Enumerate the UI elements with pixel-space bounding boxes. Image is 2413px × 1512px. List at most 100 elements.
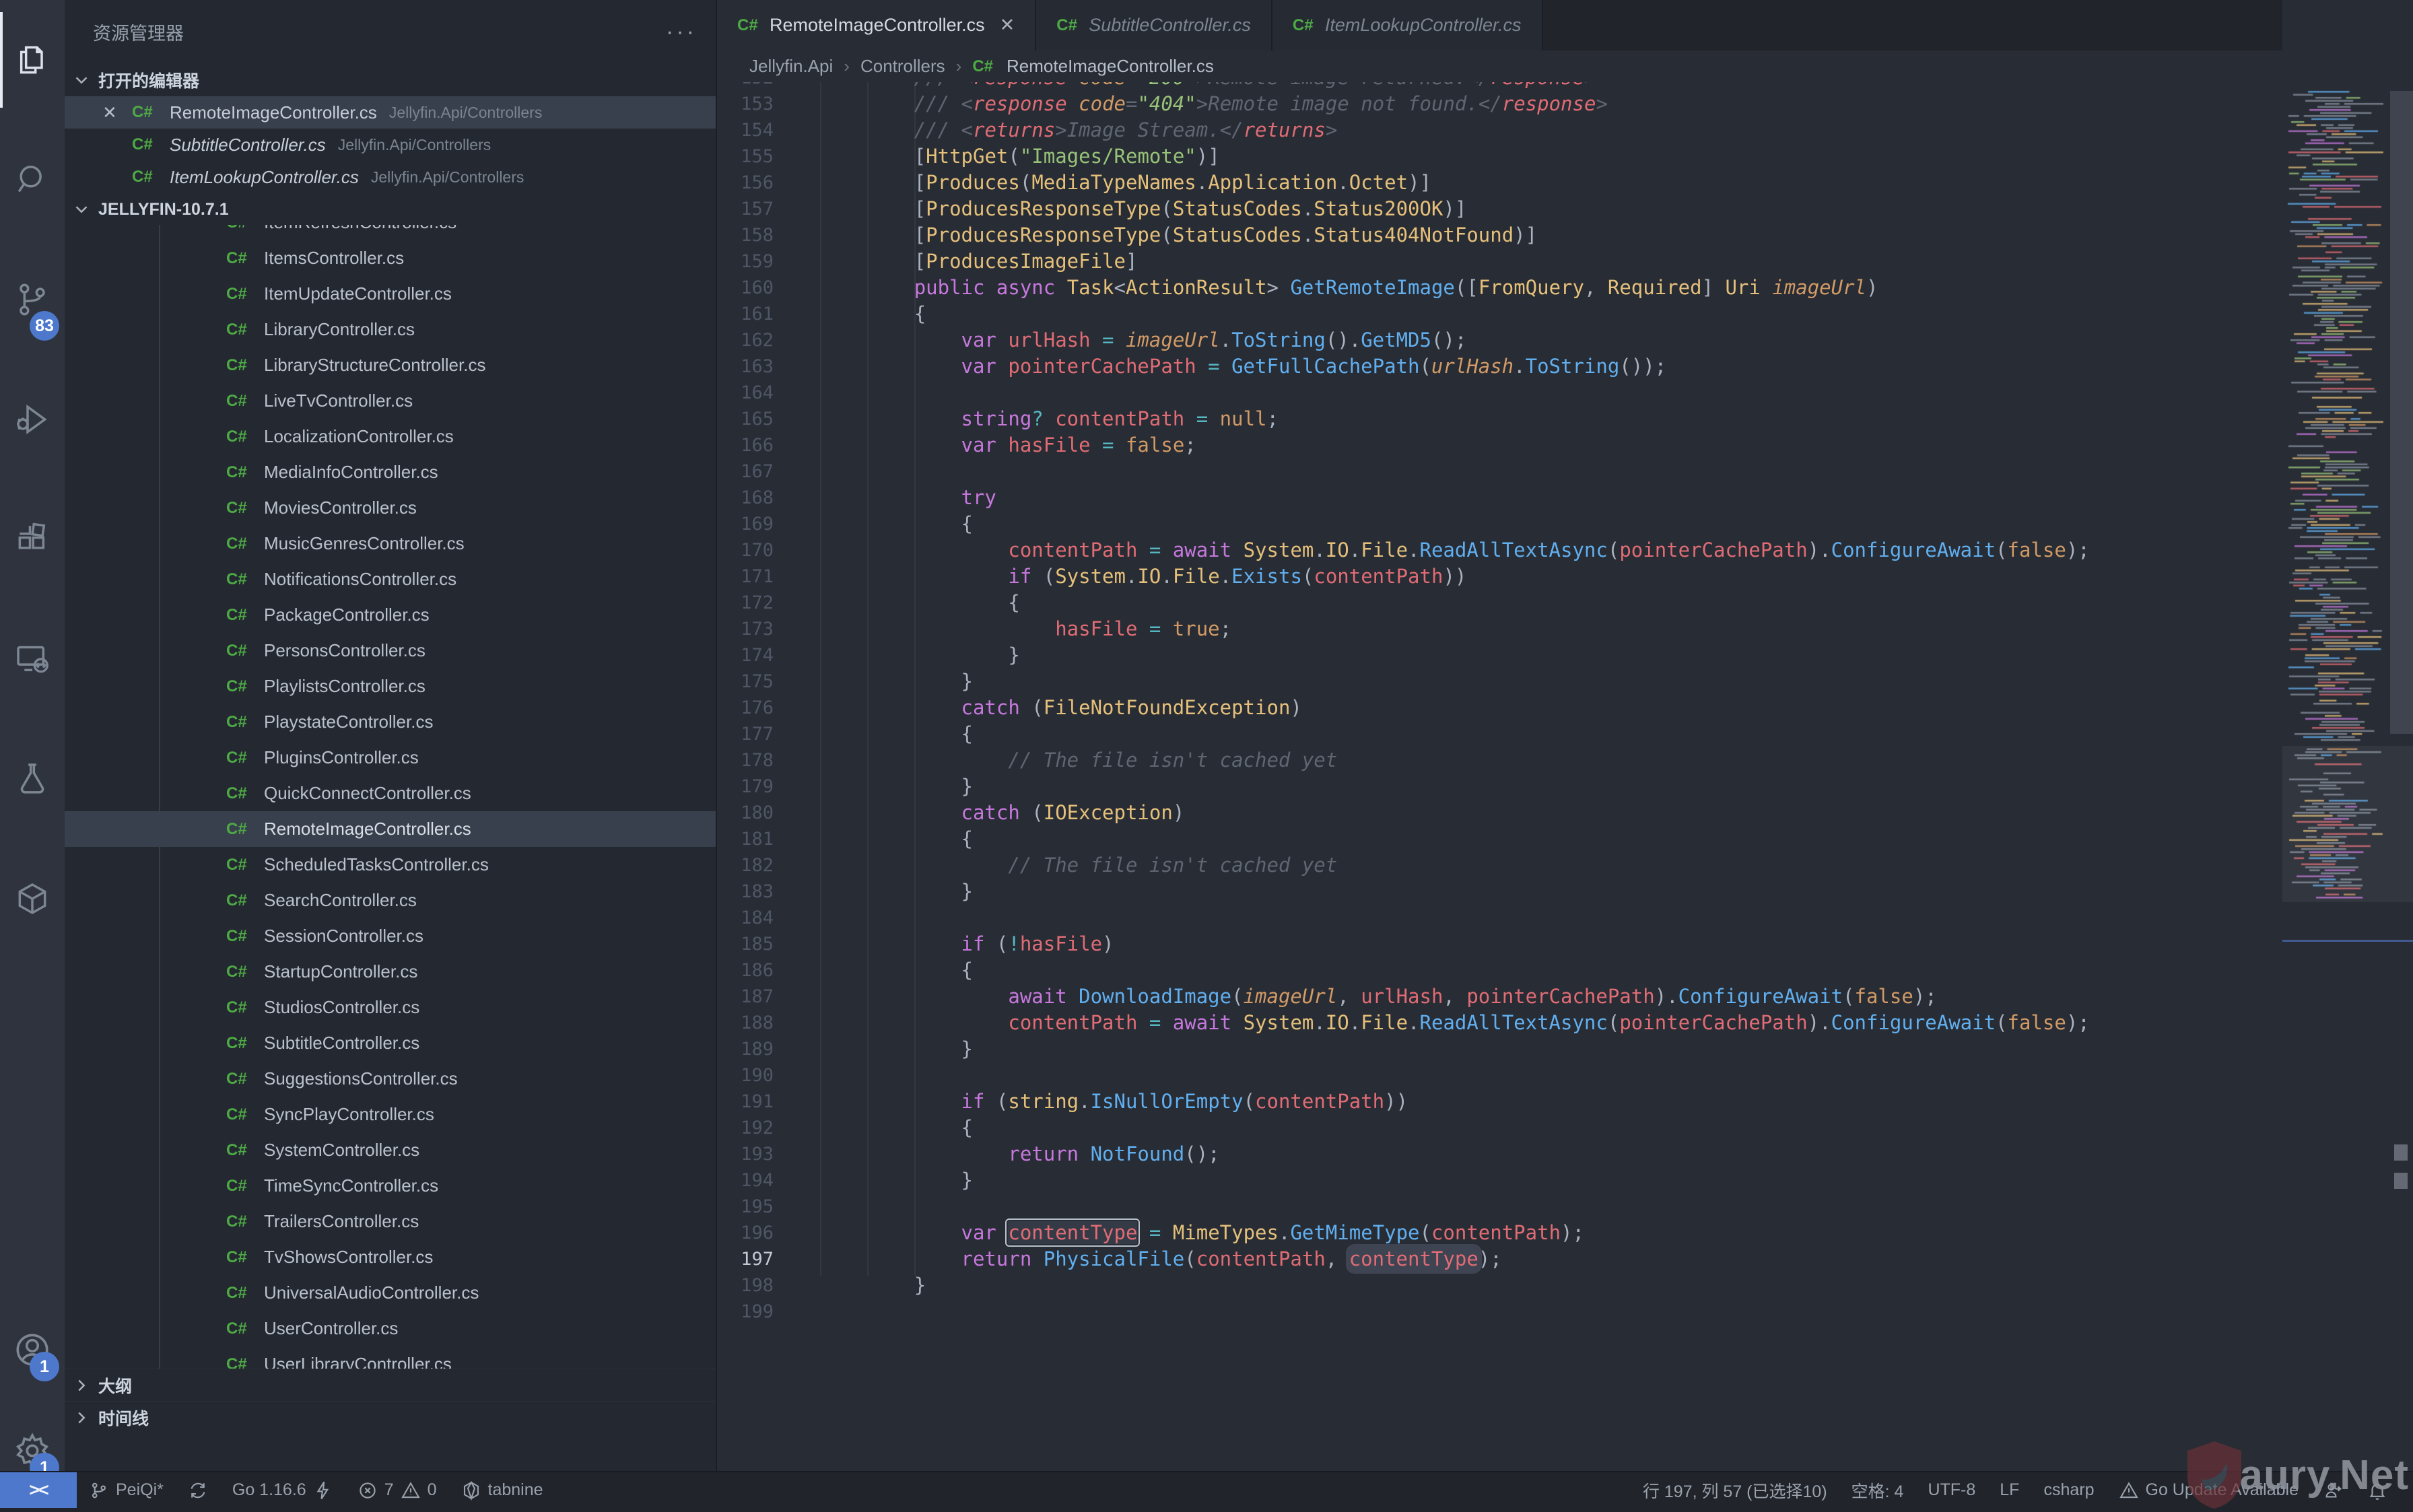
- tree-item[interactable]: C#LibraryController.cs: [65, 312, 716, 347]
- tree-item[interactable]: C#ItemsController.cs: [65, 240, 716, 276]
- code-text: [784, 458, 820, 485]
- status-item-indentation[interactable]: 空格: 4: [1839, 1472, 1916, 1508]
- code-line: 173 hasFile = true;: [717, 616, 2282, 642]
- close-icon[interactable]: ✕: [1000, 15, 1015, 36]
- tree-item[interactable]: C#StartupController.cs: [65, 954, 716, 990]
- section-label: 大纲: [98, 1373, 132, 1398]
- activity-item-package[interactable]: [0, 839, 65, 959]
- chevron-right-icon: [71, 1408, 92, 1428]
- status-item-tabnine[interactable]: tabnine: [449, 1472, 555, 1508]
- code-text: }: [784, 774, 973, 800]
- open-editor-item[interactable]: C#SubtitleController.csJellyfin.Api/Cont…: [65, 129, 716, 161]
- code-line: 179 }: [717, 774, 2282, 800]
- close-icon[interactable]: ✕: [102, 102, 132, 123]
- editor-tab[interactable]: C#SubtitleController.cs: [1036, 0, 1272, 50]
- tree-item[interactable]: C#PlaylistsController.cs: [65, 668, 716, 704]
- tree-item[interactable]: C#SessionController.cs: [65, 918, 716, 954]
- file-name: SyncPlayController.cs: [264, 1104, 434, 1125]
- tree-item[interactable]: C#PlaystateController.cs: [65, 704, 716, 740]
- csharp-file-icon: C#: [226, 606, 264, 625]
- tree-item[interactable]: C#SyncPlayController.cs: [65, 1097, 716, 1132]
- editor-tab[interactable]: C#ItemLookupController.cs: [1272, 0, 1543, 50]
- file-name: StudiosController.cs: [264, 997, 419, 1018]
- tree-item[interactable]: C#ScheduledTasksController.cs: [65, 847, 716, 883]
- tree-item[interactable]: C#LiveTvController.cs: [65, 383, 716, 419]
- overview-ruler-marker: [2282, 940, 2413, 942]
- tree-item[interactable]: C#RemoteImageController.cs: [65, 811, 716, 847]
- open-editors-section[interactable]: 打开的编辑器: [65, 64, 716, 96]
- tree-item[interactable]: C#SuggestionsController.cs: [65, 1061, 716, 1097]
- status-item-cursor-position[interactable]: 行 197, 列 57 (已选择10): [1631, 1472, 1839, 1508]
- breadcrumb[interactable]: Jellyfin.Api›Controllers›C#RemoteImageCo…: [717, 50, 2413, 82]
- csharp-file-icon: C#: [226, 225, 264, 232]
- breadcrumb-item[interactable]: Jellyfin.Api: [749, 56, 833, 77]
- breadcrumb-item[interactable]: Controllers: [860, 56, 945, 77]
- tree-item[interactable]: C#UserLibraryController.cs: [65, 1346, 716, 1369]
- status-item-go-update[interactable]: Go Update Available: [2107, 1472, 2311, 1508]
- activity-item-run-debug[interactable]: [0, 359, 65, 479]
- tree-item[interactable]: C#LocalizationController.cs: [65, 419, 716, 454]
- minimap[interactable]: [2282, 0, 2413, 1471]
- sidebar-section-时间线[interactable]: 时间线: [65, 1401, 716, 1433]
- code-line: 191 if (string.IsNullOrEmpty(contentPath…: [717, 1089, 2282, 1115]
- status-item-feedback[interactable]: [2311, 1472, 2355, 1508]
- tree-item[interactable]: C#StudiosController.cs: [65, 990, 716, 1025]
- open-editors-list: ✕C#RemoteImageController.csJellyfin.Api/…: [65, 96, 716, 193]
- status-item-problems[interactable]: 70: [345, 1472, 449, 1508]
- tree-item[interactable]: C#LibraryStructureController.cs: [65, 347, 716, 383]
- minimap-viewport[interactable]: [2282, 746, 2413, 902]
- status-item-sync[interactable]: [176, 1472, 220, 1508]
- tree-item[interactable]: C#TimeSyncController.cs: [65, 1168, 716, 1204]
- tree-item[interactable]: C#NotificationsController.cs: [65, 561, 716, 597]
- activity-item-search[interactable]: [0, 120, 65, 240]
- tree-item[interactable]: C#UserController.cs: [65, 1311, 716, 1346]
- open-editor-item[interactable]: C#ItemLookupController.csJellyfin.Api/Co…: [65, 161, 716, 193]
- status-item-git-branch[interactable]: PeiQi*: [77, 1472, 176, 1508]
- tree-item[interactable]: C#MoviesController.cs: [65, 490, 716, 526]
- activity-item-remote-explorer[interactable]: [0, 599, 65, 719]
- line-number: 178: [717, 747, 784, 774]
- remote-indicator[interactable]: ><: [0, 1472, 77, 1508]
- tree-item[interactable]: C#ItemUpdateController.cs: [65, 276, 716, 312]
- breadcrumb-item[interactable]: RemoteImageController.cs: [1007, 56, 1214, 77]
- tree-item[interactable]: C#ItemRefreshController.cs: [65, 225, 716, 240]
- file-name: PluginsController.cs: [264, 747, 419, 768]
- activity-item-files[interactable]: [0, 0, 65, 120]
- code-text: {: [784, 511, 973, 537]
- status-text: UTF-8: [1928, 1480, 1975, 1500]
- tree-item[interactable]: C#PluginsController.cs: [65, 740, 716, 776]
- tree-item[interactable]: C#QuickConnectController.cs: [65, 776, 716, 811]
- tree-item[interactable]: C#TvShowsController.cs: [65, 1239, 716, 1275]
- code-line: 153 /// <response code="404">Remote imag…: [717, 91, 2282, 117]
- explorer-more-actions-icon[interactable]: ···: [666, 19, 697, 45]
- status-item-notifications[interactable]: [2355, 1472, 2400, 1508]
- tree-item[interactable]: C#MediaInfoController.cs: [65, 454, 716, 490]
- editor-tab[interactable]: C#RemoteImageController.cs✕: [717, 0, 1036, 50]
- csharp-file-icon: C#: [226, 1070, 264, 1089]
- activity-item-source-control[interactable]: 83: [0, 240, 65, 359]
- activity-item-testing[interactable]: [0, 719, 65, 839]
- code-line: 190: [717, 1062, 2282, 1089]
- tree-item[interactable]: C#PersonsController.cs: [65, 633, 716, 668]
- open-editor-item[interactable]: ✕C#RemoteImageController.csJellyfin.Api/…: [65, 96, 716, 129]
- status-item-language-mode[interactable]: csharp: [2031, 1472, 2106, 1508]
- tree-item[interactable]: C#UniversalAudioController.cs: [65, 1275, 716, 1311]
- tree-item[interactable]: C#PackageController.cs: [65, 597, 716, 633]
- sidebar-section-大纲[interactable]: 大纲: [65, 1369, 716, 1401]
- code-line: 169 {: [717, 511, 2282, 537]
- tree-item[interactable]: C#SystemController.cs: [65, 1132, 716, 1168]
- tree-item[interactable]: C#MusicGenresController.cs: [65, 526, 716, 561]
- code-editor[interactable]: 152 /// <response code="200">Remote imag…: [717, 82, 2282, 1471]
- status-item-eol[interactable]: LF: [1987, 1472, 2031, 1508]
- tree-item[interactable]: C#SubtitleController.cs: [65, 1025, 716, 1061]
- open-editors-label: 打开的编辑器: [98, 68, 199, 92]
- status-item-encoding[interactable]: UTF-8: [1915, 1472, 1987, 1508]
- activity-item-extensions[interactable]: [0, 479, 65, 599]
- code-line: 178 // The file isn't cached yet: [717, 747, 2282, 774]
- activity-item-account[interactable]: 1: [0, 1299, 65, 1400]
- status-item-go-version[interactable]: Go 1.16.6: [220, 1472, 345, 1508]
- project-folder-section[interactable]: JELLYFIN-10.7.1: [65, 193, 716, 226]
- tree-item[interactable]: C#SearchController.cs: [65, 883, 716, 918]
- vertical-scrollbar[interactable]: [2390, 91, 2413, 734]
- tree-item[interactable]: C#TrailersController.cs: [65, 1204, 716, 1239]
